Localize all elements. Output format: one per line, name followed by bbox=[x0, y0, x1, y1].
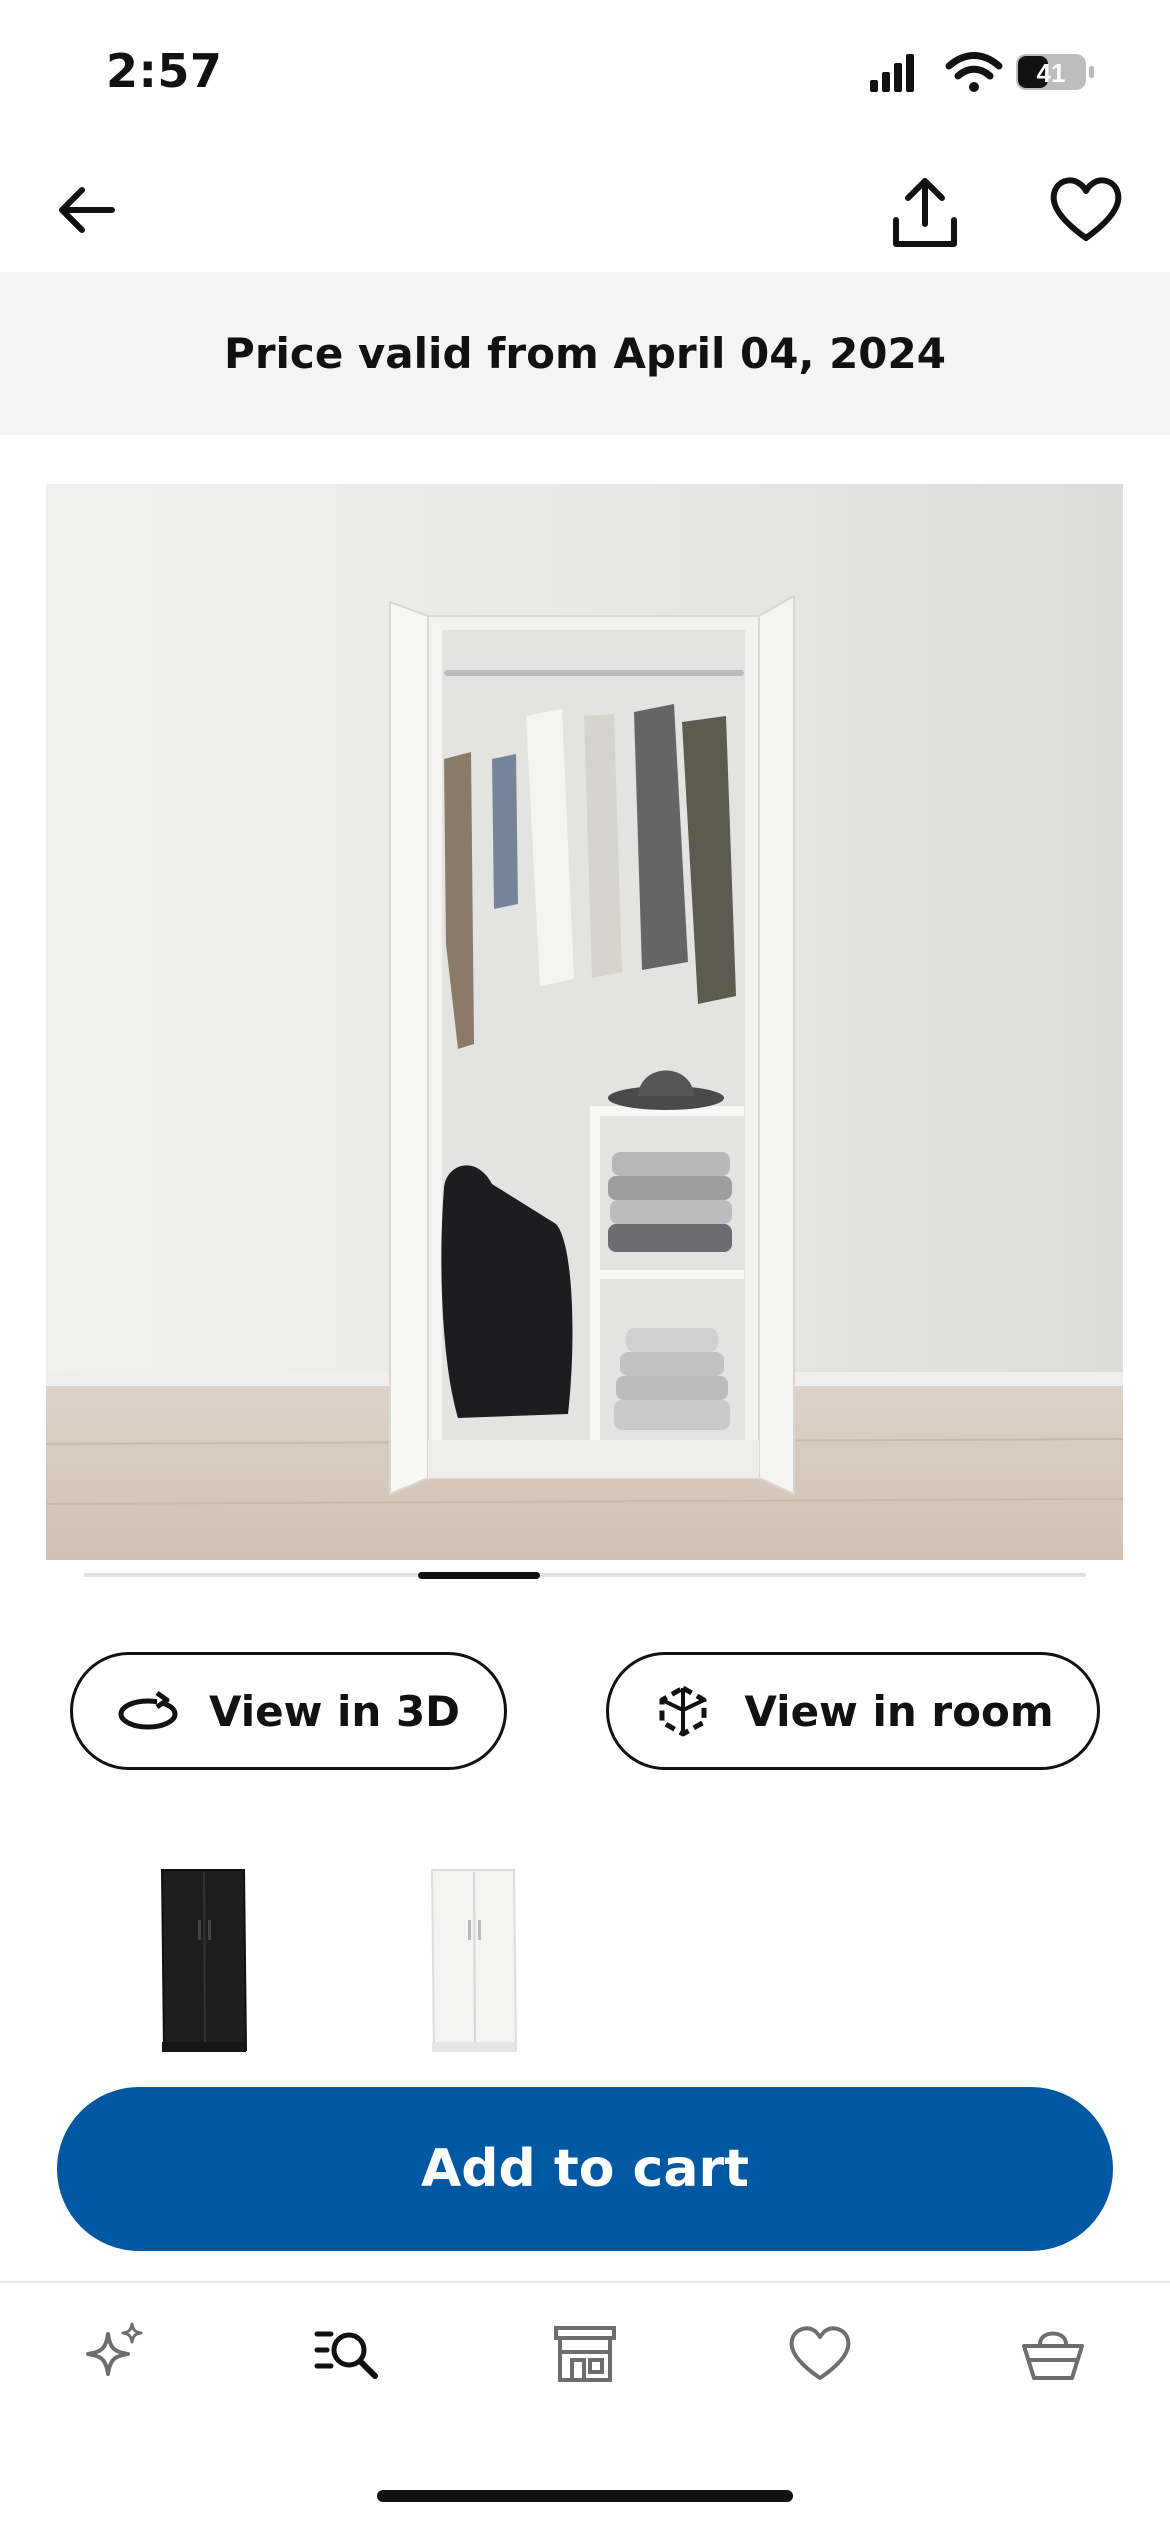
price-banner-text: Price valid from April 04, 2024 bbox=[224, 329, 946, 378]
tab-favourites[interactable] bbox=[785, 2318, 855, 2388]
view-in-3d-button[interactable]: View in 3D bbox=[70, 1652, 507, 1770]
store-icon bbox=[554, 2326, 616, 2382]
ar-cube-icon bbox=[659, 1685, 707, 1737]
sparkle-icon bbox=[86, 2322, 143, 2376]
search-list-icon bbox=[314, 2331, 378, 2379]
status-time: 2:57 bbox=[106, 44, 223, 98]
variant-white[interactable] bbox=[410, 1860, 540, 2060]
price-banner: Price valid from April 04, 2024 bbox=[0, 272, 1170, 435]
carousel-position bbox=[418, 1572, 541, 1579]
view-in-room-button[interactable]: View in room bbox=[606, 1652, 1100, 1770]
view-in-3d-label: View in 3D bbox=[208, 1686, 461, 1736]
tab-search[interactable] bbox=[313, 2318, 383, 2388]
view-in-room-label: View in room bbox=[744, 1686, 1054, 1736]
status-icons: 41 bbox=[870, 48, 1170, 98]
product-image[interactable] bbox=[46, 484, 1123, 1560]
variant-black[interactable] bbox=[140, 1860, 270, 2060]
heart-icon bbox=[789, 2326, 851, 2380]
wifi-icon bbox=[945, 52, 1003, 92]
rotate-3d-icon bbox=[118, 1690, 178, 1730]
signal-icon bbox=[870, 54, 914, 92]
arrow-left-icon bbox=[59, 187, 115, 233]
carousel-track bbox=[84, 1573, 1086, 1577]
home-indicator bbox=[377, 2490, 793, 2502]
share-icon bbox=[893, 178, 957, 247]
tab-stores[interactable] bbox=[550, 2318, 620, 2388]
tab-basket[interactable] bbox=[1018, 2318, 1088, 2388]
basket-icon bbox=[1022, 2331, 1084, 2380]
wardrobe bbox=[389, 594, 795, 1496]
battery-level: 41 bbox=[1037, 58, 1066, 88]
favorite-button[interactable] bbox=[1046, 170, 1126, 250]
add-to-cart-button[interactable]: Add to cart bbox=[57, 2087, 1113, 2251]
battery-icon: 41 bbox=[1016, 54, 1094, 90]
back-button[interactable] bbox=[50, 170, 130, 250]
add-to-cart-label: Add to cart bbox=[421, 2139, 749, 2199]
heart-icon bbox=[1050, 177, 1122, 241]
share-button[interactable] bbox=[880, 170, 970, 260]
tab-inspiration[interactable] bbox=[80, 2318, 150, 2388]
